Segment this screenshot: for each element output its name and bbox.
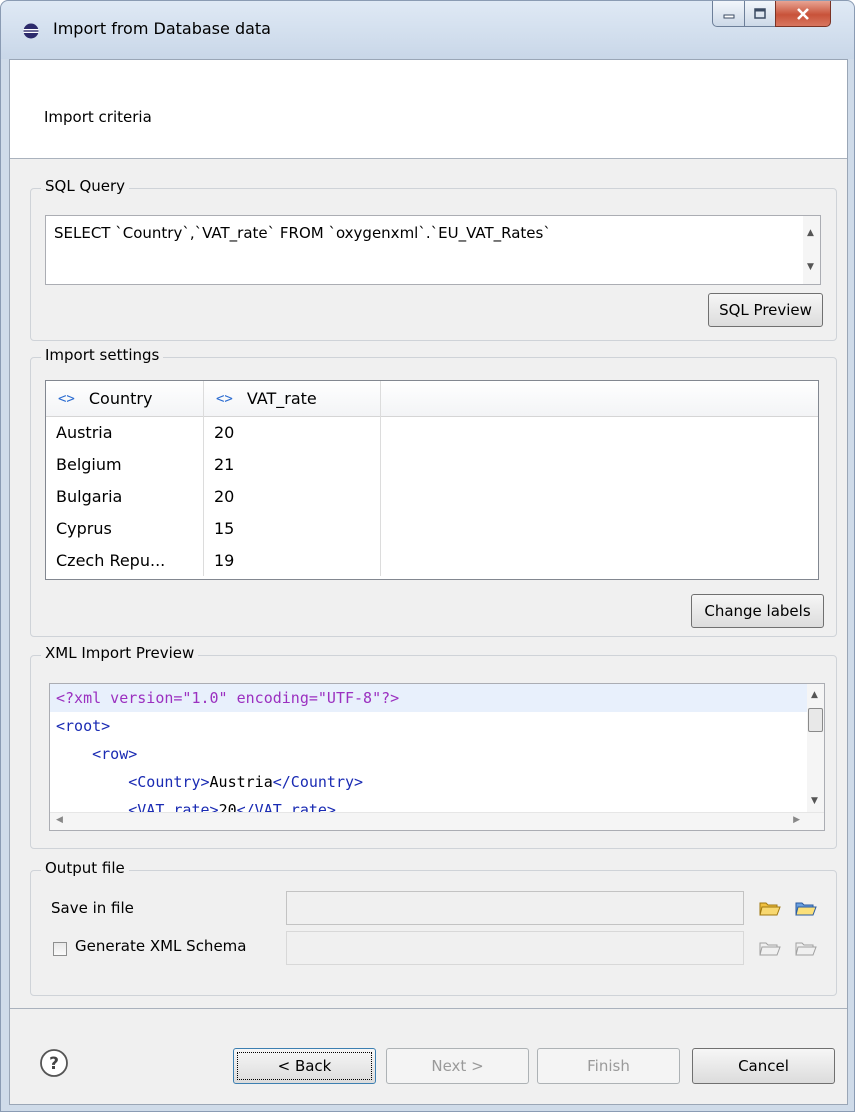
table-cell: 15 <box>204 512 381 544</box>
eclipse-icon <box>23 23 39 39</box>
sql-vertical-scrollbar[interactable]: ▲ ▼ <box>803 216 820 284</box>
sql-query-text: SELECT `Country`,`VAT_rate` FROM `oxygen… <box>54 224 551 242</box>
wizard-footer: ? < Back Next > Finish Cancel <box>10 1008 847 1104</box>
xml-horizontal-scrollbar[interactable]: ◀ ▶ <box>50 812 824 830</box>
generate-schema-checkbox[interactable] <box>53 942 67 956</box>
focus-ring <box>237 1052 372 1080</box>
scroll-down-icon[interactable]: ▼ <box>811 796 818 806</box>
table-row[interactable]: Austria 20 <box>46 416 818 448</box>
table-cell: Austria <box>46 416 204 448</box>
scroll-left-icon[interactable]: ◀ <box>56 815 63 825</box>
dialog-content: Import criteria SQL Query SELECT `Countr… <box>9 59 848 1105</box>
save-in-file-input[interactable] <box>286 891 744 925</box>
scroll-down-icon[interactable]: ▼ <box>807 262 814 272</box>
table-row[interactable]: Belgium 21 <box>46 448 818 480</box>
maximize-icon <box>754 8 766 19</box>
finish-button[interactable]: Finish <box>537 1048 680 1084</box>
table-row[interactable]: Czech Repu... 19 <box>46 544 818 576</box>
import-settings-group: Import settings <> Country <> VAT_rate A… <box>30 346 837 637</box>
minimize-button[interactable] <box>712 1 745 27</box>
schema-file-input <box>286 931 744 965</box>
column-header-vat-rate[interactable]: <> VAT_rate <box>204 381 381 416</box>
element-icon: <> <box>58 390 75 407</box>
column-header-country[interactable]: <> Country <box>46 381 204 416</box>
browse-folder-icon[interactable] <box>795 899 817 917</box>
sql-query-input[interactable]: SELECT `Country`,`VAT_rate` FROM `oxygen… <box>45 215 821 285</box>
table-cell: 20 <box>204 416 381 448</box>
scroll-right-icon[interactable]: ▶ <box>793 815 800 825</box>
import-settings-table[interactable]: <> Country <> VAT_rate Austria 20 Belgiu… <box>45 380 819 580</box>
cancel-button[interactable]: Cancel <box>692 1048 835 1084</box>
scroll-up-icon[interactable]: ▲ <box>807 228 814 238</box>
xml-line-root: <root> <box>56 717 111 735</box>
table-row[interactable]: Cyprus 15 <box>46 512 818 544</box>
generate-schema-label[interactable]: Generate XML Schema <box>75 937 246 955</box>
title-bar[interactable]: Import from Database data <box>1 1 854 59</box>
xml-preview-label: XML Import Preview <box>41 644 199 662</box>
back-button[interactable]: < Back <box>233 1048 376 1084</box>
xml-line-country: <Country>Austria</Country> <box>128 773 364 791</box>
maximize-button[interactable] <box>744 1 776 27</box>
svg-text:?: ? <box>49 1054 59 1074</box>
window-title: Import from Database data <box>53 19 271 38</box>
sql-preview-button[interactable]: SQL Preview <box>708 293 823 327</box>
table-cell: 21 <box>204 448 381 480</box>
open-folder-icon[interactable] <box>759 899 781 917</box>
next-button[interactable]: Next > <box>386 1048 529 1084</box>
column-header-label: Country <box>88 389 153 408</box>
table-cell: 19 <box>204 544 381 576</box>
column-header-label: VAT_rate <box>246 389 317 408</box>
output-file-label: Output file <box>41 859 129 877</box>
sql-query-group: SQL Query SELECT `Country`,`VAT_rate` FR… <box>30 177 837 341</box>
xml-preview-editor[interactable]: <?xml version="1.0" encoding="UTF-8"?> <… <box>49 683 825 831</box>
browse-folder-icon-disabled <box>795 942 817 956</box>
xml-vertical-scrollbar[interactable]: ▲ ▼ <box>807 684 824 815</box>
page-subtitle: Import criteria <box>44 108 152 126</box>
close-icon <box>797 7 809 20</box>
change-labels-button[interactable]: Change labels <box>691 594 824 628</box>
scroll-thumb[interactable] <box>808 708 823 732</box>
wizard-banner: Import criteria <box>10 60 847 159</box>
element-icon: <> <box>216 390 233 407</box>
help-icon[interactable]: ? <box>39 1048 69 1078</box>
footer-divider <box>10 1008 847 1009</box>
table-cell: 20 <box>204 480 381 512</box>
scroll-up-icon[interactable]: ▲ <box>811 690 818 700</box>
table-cell: Cyprus <box>46 512 204 544</box>
table-header: <> Country <> VAT_rate <box>46 381 818 417</box>
output-file-group: Output file Save in file Generate XML Sc… <box>30 859 837 996</box>
xml-line-declaration: <?xml version="1.0" encoding="UTF-8"?> <box>50 684 812 712</box>
close-button[interactable] <box>775 1 831 27</box>
import-settings-label: Import settings <box>41 346 164 364</box>
save-in-file-label: Save in file <box>51 899 134 917</box>
sql-query-label: SQL Query <box>41 177 130 195</box>
dialog-window: Import from Database data Import criteri… <box>0 0 855 1112</box>
table-row[interactable]: Bulgaria 20 <box>46 480 818 512</box>
xml-line-row: <row> <box>92 745 138 763</box>
minimize-icon <box>723 14 734 18</box>
table-cell: Belgium <box>46 448 204 480</box>
table-cell: Czech Repu... <box>46 544 204 576</box>
table-cell: Bulgaria <box>46 480 204 512</box>
xml-preview-group: XML Import Preview <?xml version="1.0" e… <box>30 644 837 849</box>
open-folder-icon-disabled <box>759 942 781 956</box>
